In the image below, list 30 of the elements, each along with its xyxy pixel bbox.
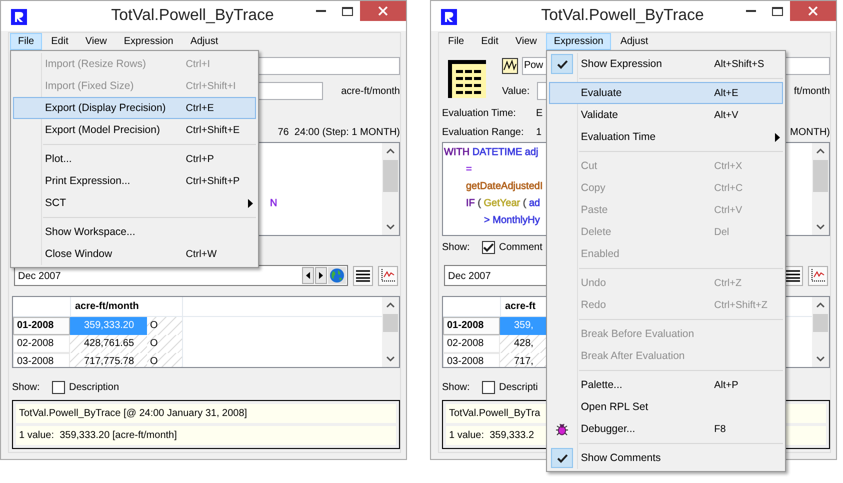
field-label: Evaluation Time: (442, 108, 516, 119)
field-value: 1 (536, 127, 542, 138)
window-title: TotVal.Powell_ByTrace (540, 6, 705, 26)
window-title: TotVal.Powell_ByTrace (110, 6, 275, 26)
table-cell: 359,333.20 (70, 317, 147, 335)
code-line: IF ( GetYear ( ad (466, 198, 540, 209)
column-header: acre-ft/month (70, 297, 183, 316)
show-label: Show: (442, 382, 471, 392)
checkbox-label: Description (69, 382, 120, 392)
table-cell: 428,761.65 (70, 335, 147, 353)
field-label: Value: (502, 86, 530, 96)
checkbox-label: Comment (499, 242, 542, 252)
code-line: N (270, 198, 278, 209)
code-line: > MonthlyHy (484, 215, 540, 226)
code-line: = (466, 164, 472, 175)
field-value: E (536, 108, 543, 119)
show-label: Show: (12, 382, 41, 392)
field-value: MONTH) (790, 127, 830, 138)
table-cell: O (147, 317, 183, 335)
code-line: getDateAdjustedI (466, 181, 543, 192)
unit-label: ft/month (792, 86, 830, 96)
table-cell: O (147, 353, 183, 367)
table-cell: O (147, 335, 183, 353)
unit-label: acre-ft/month (340, 86, 400, 96)
checkbox-label: Descripti (499, 382, 538, 392)
table-cell: 717,775.78 (70, 353, 147, 367)
field-label: Evaluation Range: (442, 127, 524, 138)
show-label: Show: (442, 242, 471, 252)
field-value: 76 24:00 (Step: 1 MONTH) (278, 127, 400, 138)
code-line: WITH DATETIME adj (444, 147, 538, 158)
